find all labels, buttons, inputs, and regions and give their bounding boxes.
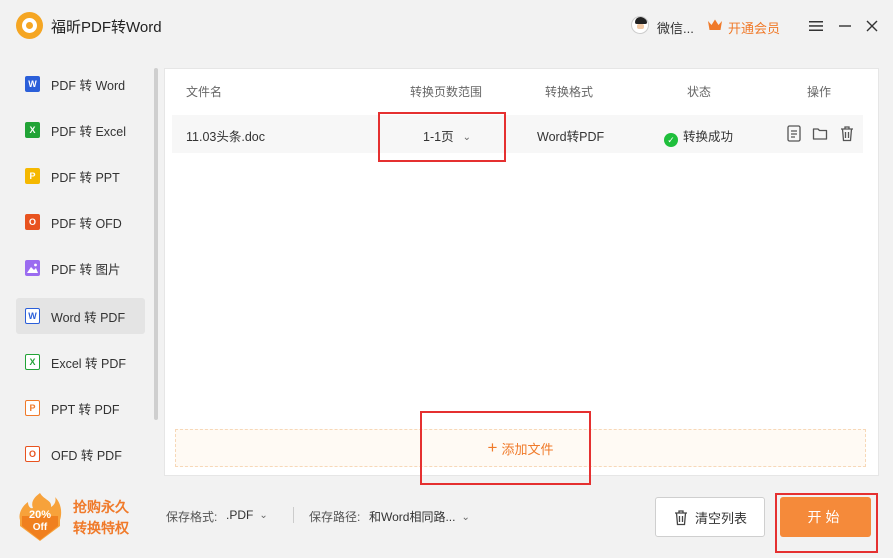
table-row: 11.03头条.doc 1-1页 ⌄ Word转PDF ✓ 转换成功 xyxy=(172,115,863,153)
promo-badge-bottom: Off xyxy=(33,522,48,533)
sidebar-item-label: PDF 转 图片 xyxy=(51,262,121,277)
header-status: 状态 xyxy=(687,85,712,99)
sidebar-item-label: Word 转 PDF xyxy=(51,310,126,325)
save-format-value: .PDF xyxy=(226,508,254,522)
folder-icon[interactable] xyxy=(812,125,828,142)
row-filename: 11.03头条.doc xyxy=(186,130,265,144)
header-filename: 文件名 xyxy=(186,85,223,99)
chevron-down-icon: ⌄ xyxy=(259,510,268,521)
add-file-label: 添加文件 xyxy=(501,441,554,457)
save-path-value: 和Word相同路... xyxy=(369,510,456,524)
sidebar-item-word-to-pdf[interactable]: W Word 转 PDF xyxy=(16,298,145,334)
sidebar-item-label: PPT 转 PDF xyxy=(51,402,120,417)
trash-icon[interactable] xyxy=(839,125,855,142)
app-logo-icon xyxy=(16,12,43,39)
sidebar-scrollbar[interactable] xyxy=(154,68,158,420)
sidebar-item-label: PDF 转 Word xyxy=(51,78,126,93)
save-format-dropdown[interactable]: .PDF ⌄ xyxy=(226,508,268,522)
sidebar-item-label: OFD 转 PDF xyxy=(51,448,122,463)
header-format: 转换格式 xyxy=(545,85,594,99)
ppt-icon: P xyxy=(25,400,40,416)
ppt-icon: P xyxy=(25,168,40,184)
promo-badge-top: 20% xyxy=(29,509,51,521)
sidebar-item-label: PDF 转 OFD xyxy=(51,216,122,231)
sidebar-item-excel-to-pdf[interactable]: X Excel 转 PDF xyxy=(16,344,145,380)
check-circle-icon: ✓ xyxy=(664,133,678,147)
open-vip-link[interactable]: 开通会员 xyxy=(728,18,780,37)
start-button[interactable]: 开始 xyxy=(780,497,871,537)
file-list-panel: 文件名 转换页数范围 转换格式 状态 操作 11.03头条.doc 1-1页 ⌄ … xyxy=(164,68,879,476)
sidebar-item-pdf-to-word[interactable]: W PDF 转 Word xyxy=(16,66,145,102)
word-icon: W xyxy=(25,308,40,324)
chevron-down-icon: ⌄ xyxy=(461,512,470,523)
discount-badge-icon[interactable]: 20% Off xyxy=(16,492,64,542)
save-format-label: 保存格式: xyxy=(166,510,218,524)
chevron-down-icon: ⌄ xyxy=(462,132,471,143)
save-path-dropdown[interactable]: 和Word相同路... ⌄ xyxy=(369,508,470,525)
plus-icon: + xyxy=(487,438,498,457)
page-range-value: 1-1页 xyxy=(423,130,454,144)
menu-icon[interactable] xyxy=(806,16,826,36)
user-avatar[interactable] xyxy=(631,16,649,34)
header-actions: 操作 xyxy=(807,85,832,99)
minimize-icon[interactable] xyxy=(835,16,855,36)
save-path-label: 保存路径: xyxy=(309,510,361,524)
image-icon xyxy=(25,260,40,276)
row-format: Word转PDF xyxy=(537,130,605,144)
sidebar-item-ofd-to-pdf[interactable]: O OFD 转 PDF xyxy=(16,436,145,472)
sidebar-item-pdf-to-ppt[interactable]: P PDF 转 PPT xyxy=(16,158,145,194)
ofd-icon: O xyxy=(25,214,40,230)
sidebar-item-label: Excel 转 PDF xyxy=(51,356,127,371)
sidebar-item-ppt-to-pdf[interactable]: P PPT 转 PDF xyxy=(16,390,145,426)
row-status: ✓ 转换成功 xyxy=(664,126,733,147)
promo-text[interactable]: 抢购永久 转换特权 xyxy=(73,497,129,539)
add-file-button[interactable]: + 添加文件 xyxy=(175,429,866,467)
file-preview-icon[interactable] xyxy=(786,125,802,142)
header-page-range: 转换页数范围 xyxy=(410,85,483,99)
sidebar-item-label: PDF 转 Excel xyxy=(51,124,127,139)
page-range-dropdown[interactable]: 1-1页 ⌄ xyxy=(423,126,471,145)
ofd-icon: O xyxy=(25,446,40,462)
promo-line-1: 抢购永久 xyxy=(73,499,129,515)
word-icon: W xyxy=(25,76,40,92)
sidebar: W PDF 转 Word X PDF 转 Excel P PDF 转 PPT O… xyxy=(0,52,160,482)
close-icon[interactable] xyxy=(862,16,882,36)
title-bar: 福昕PDF转Word 微信... 开通会员 xyxy=(0,0,893,52)
excel-icon: X xyxy=(25,354,40,370)
excel-icon: X xyxy=(25,122,40,138)
clear-list-label: 清空列表 xyxy=(694,510,747,526)
trash-icon xyxy=(674,509,687,525)
clear-list-button[interactable]: 清空列表 xyxy=(655,497,765,537)
sidebar-item-pdf-to-image[interactable]: PDF 转 图片 xyxy=(16,250,145,286)
user-name[interactable]: 微信... xyxy=(657,18,694,37)
crown-icon[interactable] xyxy=(707,18,723,32)
divider xyxy=(293,507,294,523)
table-header: 文件名 转换页数范围 转换格式 状态 操作 xyxy=(165,69,878,109)
sidebar-item-label: PDF 转 PPT xyxy=(51,170,120,185)
status-text: 转换成功 xyxy=(683,130,734,144)
sidebar-item-pdf-to-ofd[interactable]: O PDF 转 OFD xyxy=(16,204,145,240)
start-label: 开始 xyxy=(807,509,844,525)
app-title: 福昕PDF转Word xyxy=(51,19,162,36)
sidebar-item-pdf-to-excel[interactable]: X PDF 转 Excel xyxy=(16,112,145,148)
promo-line-2: 转换特权 xyxy=(73,520,129,536)
